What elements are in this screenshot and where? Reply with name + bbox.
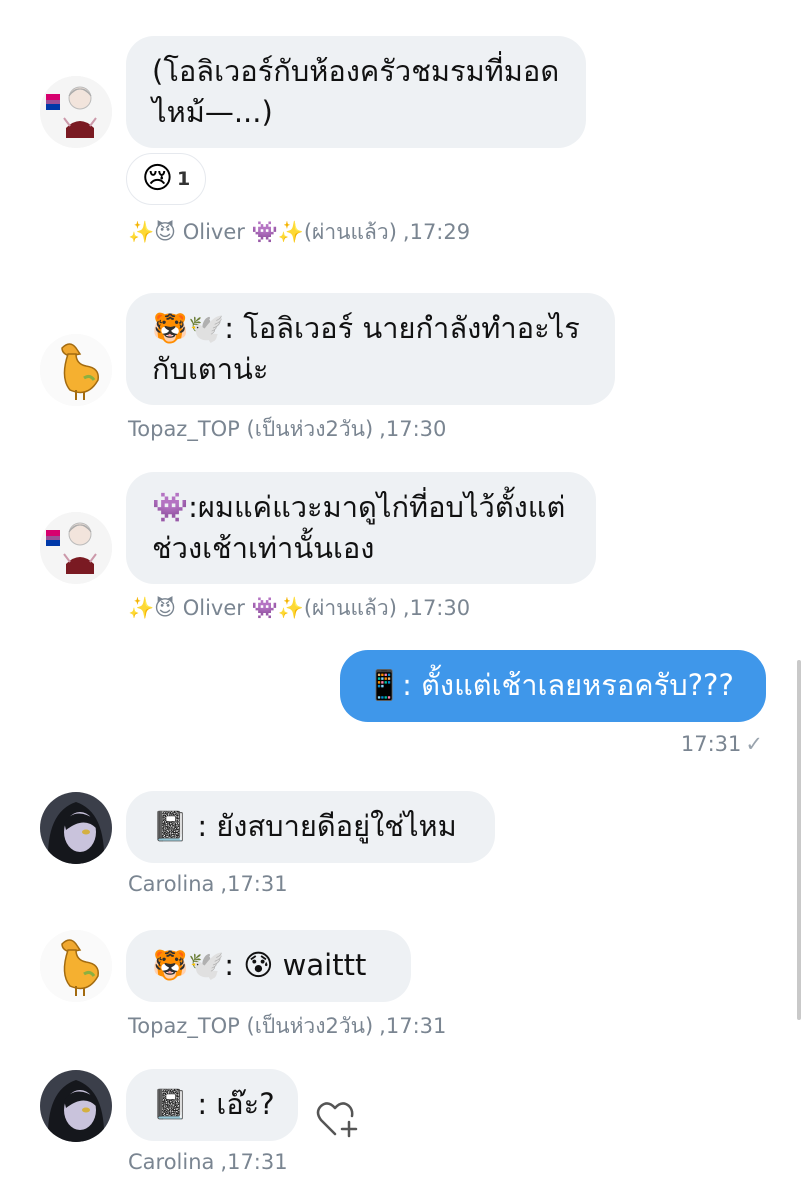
checkmark-icon: ✓ [745,732,763,756]
message-text-line: 📓 : เอ๊ะ? [152,1087,275,1121]
message-bubble[interactable]: 🐯🕊️: โอลิเวอร์ นายกำลังทำอะไร กับเตาน่ะ [126,293,615,405]
message-time: 17:31 [680,732,742,756]
carolina-avatar[interactable] [40,792,112,864]
message-bubble[interactable]: 🐯🕊️: 😰 waittt [126,930,411,1002]
sender-name[interactable]: Carolina [128,872,214,896]
message-text-line: 📓 : ยังสบายดีอยู่ใช่ไหม [152,809,457,843]
reaction-count: 1 [177,168,191,190]
message-bubble[interactable]: (โอลิเวอร์กับห้องครัวชมรมที่มอด ไหม้—...… [126,36,586,148]
message-meta: Topaz_TOP (เป็นห่วง2วัน) ,17:30 [128,413,446,446]
sender-name[interactable]: ✨😈 Oliver 👾✨(ผ่านแล้ว) [128,220,397,244]
message-text-line: ไหม้—...) [152,95,273,129]
reaction-chip[interactable]: 😢 1 [126,153,206,205]
message-text-line: 🐯🕊️: 😰 waittt [152,948,367,982]
message-text-line: ช่วงเช้าเท่านั้นเอง [152,531,375,565]
crying-face-icon: 😢 [141,161,174,196]
scrollbar[interactable] [797,660,801,1020]
outgoing-message-bubble[interactable]: 📱: ตั้งแต่เช้าเลยหรอครับ??? [340,650,766,722]
message-text-line: 👾:ผมแค่แวะมาดูไก่ที่อบไว้ตั้งแต่ [152,490,566,524]
message-meta: ✨😈 Oliver 👾✨(ผ่านแล้ว) ,17:30 [128,592,470,625]
message-meta: ✨😈 Oliver 👾✨(ผ่านแล้ว) ,17:29 [128,216,470,249]
message-bubble[interactable]: 👾:ผมแค่แวะมาดูไก่ที่อบไว้ตั้งแต่ ช่วงเช้… [126,472,596,584]
heart-plus-icon[interactable] [315,1100,359,1140]
message-time: ,17:31 [220,872,288,896]
message-time: ,17:30 [379,417,447,441]
message-meta: Carolina ,17:31 [128,1150,288,1174]
message-bubble[interactable]: 📓 : ยังสบายดีอยู่ใช่ไหม [126,791,495,863]
sender-name[interactable]: Topaz_TOP (เป็นห่วง2วัน) [128,417,373,441]
message-text-line: 🐯🕊️: โอลิเวอร์ นายกำลังทำอะไร [152,311,580,345]
message-meta: Carolina ,17:31 [128,872,288,896]
bisexual-flag-girl-avatar-icon [40,76,112,148]
message-time: ,17:31 [379,1014,447,1038]
message-bubble[interactable]: 📓 : เอ๊ะ? [126,1069,298,1141]
sender-name[interactable]: Carolina [128,1150,214,1174]
read-receipt: 17:31 ✓ [681,732,763,756]
sender-name[interactable]: Topaz_TOP (เป็นห่วง2วัน) [128,1014,373,1038]
bisexual-flag-girl-avatar-icon [40,512,112,584]
dark-hair-girl-avatar-icon [40,792,112,864]
carolina-avatar[interactable] [40,1070,112,1142]
message-meta: Topaz_TOP (เป็นห่วง2วัน) ,17:31 [128,1010,446,1043]
oliver-avatar[interactable] [40,76,112,148]
message-text-line: 📱: ตั้งแต่เช้าเลยหรอครับ??? [366,668,734,702]
message-text-line: กับเตาน่ะ [152,352,269,386]
message-time: ,17:29 [402,220,471,244]
topaz-avatar[interactable] [40,334,112,406]
message-time: ,17:31 [220,1150,288,1174]
yellow-duck-avatar-icon [40,334,112,406]
message-time: ,17:30 [402,596,471,620]
dark-hair-girl-avatar-icon [40,1070,112,1142]
topaz-avatar[interactable] [40,930,112,1002]
sender-name[interactable]: ✨😈 Oliver 👾✨(ผ่านแล้ว) [128,596,397,620]
yellow-duck-avatar-icon [40,930,112,1002]
message-text-line: (โอลิเวอร์กับห้องครัวชมรมที่มอด [152,54,560,88]
oliver-avatar[interactable] [40,512,112,584]
